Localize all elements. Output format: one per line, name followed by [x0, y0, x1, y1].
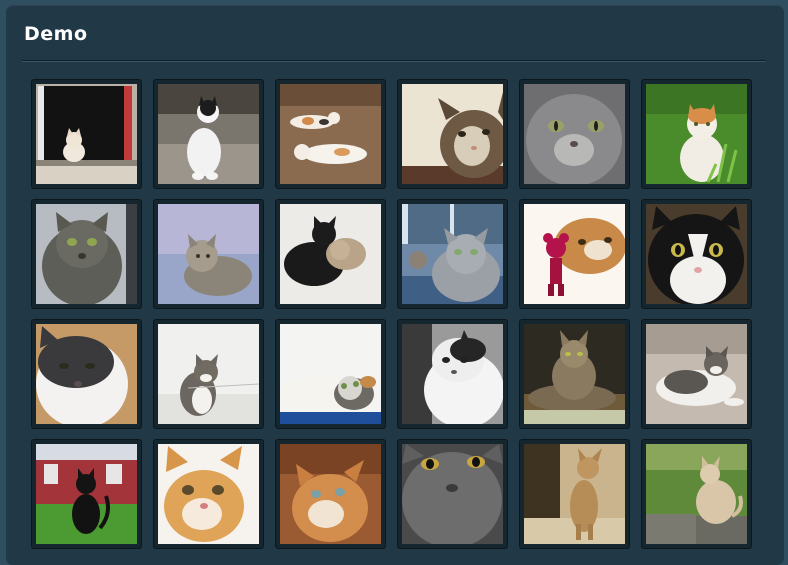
gallery-thumbnail-20[interactable]	[154, 440, 263, 548]
gallery-thumbnail-14[interactable]	[154, 320, 263, 428]
gallery-thumbnail-23[interactable]	[520, 440, 629, 548]
gallery-thumbnail-4[interactable]	[398, 80, 507, 188]
gallery-thumbnail-11[interactable]	[520, 200, 629, 308]
grey-cat-golden-eyes-photo	[402, 444, 503, 544]
cat-in-window-photo	[36, 84, 137, 184]
kitten-playing-string-photo	[158, 324, 259, 424]
grey-cat-face-photo	[524, 84, 625, 184]
gallery-thumbnail-1[interactable]	[32, 80, 141, 188]
gallery-thumbnail-7[interactable]	[32, 200, 141, 308]
demo-panel: Demo	[6, 5, 784, 565]
tabby-cat-closeup-photo	[402, 84, 503, 184]
gallery-thumbnail-12[interactable]	[642, 200, 751, 308]
gallery-thumbnail-22[interactable]	[398, 440, 507, 548]
black-cat-cuddling-photo	[280, 204, 381, 304]
grey-tabby-cat-photo	[36, 204, 137, 304]
thumbnail-grid	[32, 80, 751, 548]
cat-with-toy-photo	[524, 204, 625, 304]
gallery-thumbnail-24[interactable]	[642, 440, 751, 548]
cat-on-wall-photo	[646, 444, 747, 544]
gallery-thumbnail-10[interactable]	[398, 200, 507, 308]
gallery-thumbnail-3[interactable]	[276, 80, 385, 188]
black-cat-red-house-photo	[36, 444, 137, 544]
two-cats-lying-photo	[280, 84, 381, 184]
orange-kitten-photo	[158, 444, 259, 544]
orange-cat-looking-up-photo	[280, 444, 381, 544]
title-divider	[22, 60, 766, 62]
gallery-thumbnail-5[interactable]	[520, 80, 629, 188]
gallery-thumbnail-6[interactable]	[642, 80, 751, 188]
fluffy-cat-sky-photo	[158, 204, 259, 304]
gallery-thumbnail-19[interactable]	[32, 440, 141, 548]
gallery-thumbnail-8[interactable]	[154, 200, 263, 308]
cat-lying-bed-photo	[646, 324, 747, 424]
gallery-thumbnail-16[interactable]	[398, 320, 507, 428]
panel-title: Demo	[24, 23, 88, 45]
gallery-thumbnail-9[interactable]	[276, 200, 385, 308]
grey-cat-window-photo	[402, 204, 503, 304]
black-white-kitten-face-photo	[646, 204, 747, 304]
tabby-cat-standing-photo	[524, 444, 625, 544]
black-white-cat-closeup-photo	[36, 324, 137, 424]
orange-white-cat-grass-photo	[646, 84, 747, 184]
gallery-thumbnail-17[interactable]	[520, 320, 629, 428]
gallery-thumbnail-21[interactable]	[276, 440, 385, 548]
gallery-thumbnail-15[interactable]	[276, 320, 385, 428]
maine-coon-cat-photo	[524, 324, 625, 424]
gallery-thumbnail-13[interactable]	[32, 320, 141, 428]
white-cat-bw-photo	[402, 324, 503, 424]
gallery-thumbnail-2[interactable]	[154, 80, 263, 188]
kitten-lying-photo	[280, 324, 381, 424]
gallery-thumbnail-18[interactable]	[642, 320, 751, 428]
black-white-cat-sitting-photo	[158, 84, 259, 184]
